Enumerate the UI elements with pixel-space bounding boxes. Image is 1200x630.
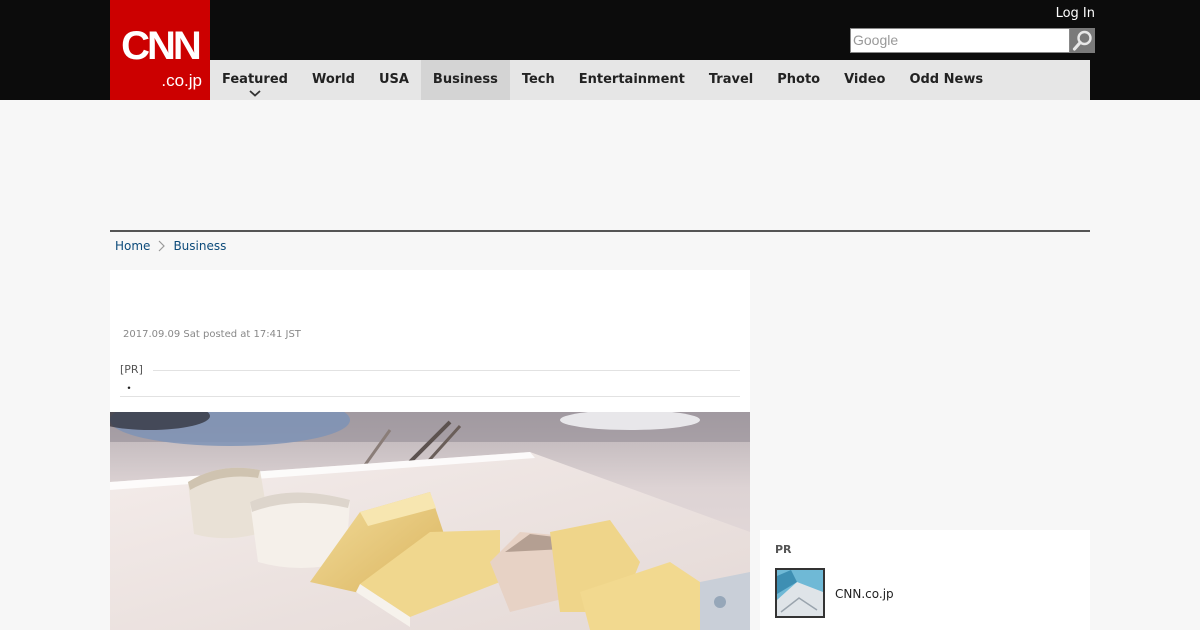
breadcrumb-home[interactable]: Home xyxy=(115,239,150,253)
nav-usa[interactable]: USA xyxy=(367,60,421,100)
sidebar-pr-label: PR xyxy=(775,543,792,556)
search-button[interactable] xyxy=(1070,28,1095,53)
article-card: 2017.09.09 Sat posted at 17:41 JST [PR] … xyxy=(110,270,750,630)
article-dateline: 2017.09.09 Sat posted at 17:41 JST xyxy=(123,329,301,340)
cheese-plate-image xyxy=(110,412,750,630)
nav-video[interactable]: Video xyxy=(832,60,897,100)
ad-banner-area xyxy=(110,100,1090,230)
cnn-logo[interactable]: CNN .co.jp xyxy=(110,0,210,100)
nav-photo[interactable]: Photo xyxy=(765,60,832,100)
pr-thumbnail[interactable] xyxy=(775,568,825,618)
search-input[interactable]: Google xyxy=(850,28,1070,53)
pr-tag: [PR] xyxy=(120,363,153,376)
main-nav: Featured World USA Business Tech Enterta… xyxy=(210,60,1090,100)
nav-label: Featured xyxy=(222,72,288,87)
pr-link[interactable]: ・ xyxy=(123,379,135,396)
breadcrumb-current[interactable]: Business xyxy=(173,239,226,253)
nav-travel[interactable]: Travel xyxy=(697,60,765,100)
nav-tech[interactable]: Tech xyxy=(510,60,567,100)
top-bar: CNN .co.jp Log In Google Featured World … xyxy=(0,0,1200,100)
magnifier-icon xyxy=(1072,30,1092,51)
sidebar-pr-box: PR CNN.co.jp xyxy=(760,530,1090,630)
nav-world[interactable]: World xyxy=(300,60,367,100)
sidebar-pr-item[interactable]: CNN.co.jp xyxy=(835,587,894,601)
section-divider xyxy=(110,230,1090,232)
pr-divider xyxy=(120,370,740,371)
pr-block: [PR] ・ xyxy=(120,363,740,397)
nav-entertainment[interactable]: Entertainment xyxy=(567,60,697,100)
breadcrumb: Home Business xyxy=(115,238,226,254)
logo-text: CNN xyxy=(121,24,202,68)
nav-featured[interactable]: Featured xyxy=(210,60,300,100)
chevron-right-icon xyxy=(159,240,166,252)
login-link[interactable]: Log In xyxy=(1056,6,1095,22)
article-photo xyxy=(110,412,750,630)
chevron-down-icon xyxy=(249,90,261,97)
envelope-icon xyxy=(777,570,823,616)
logo-domain: .co.jp xyxy=(161,71,202,90)
nav-odd-news[interactable]: Odd News xyxy=(897,60,995,100)
nav-business[interactable]: Business xyxy=(420,60,510,100)
